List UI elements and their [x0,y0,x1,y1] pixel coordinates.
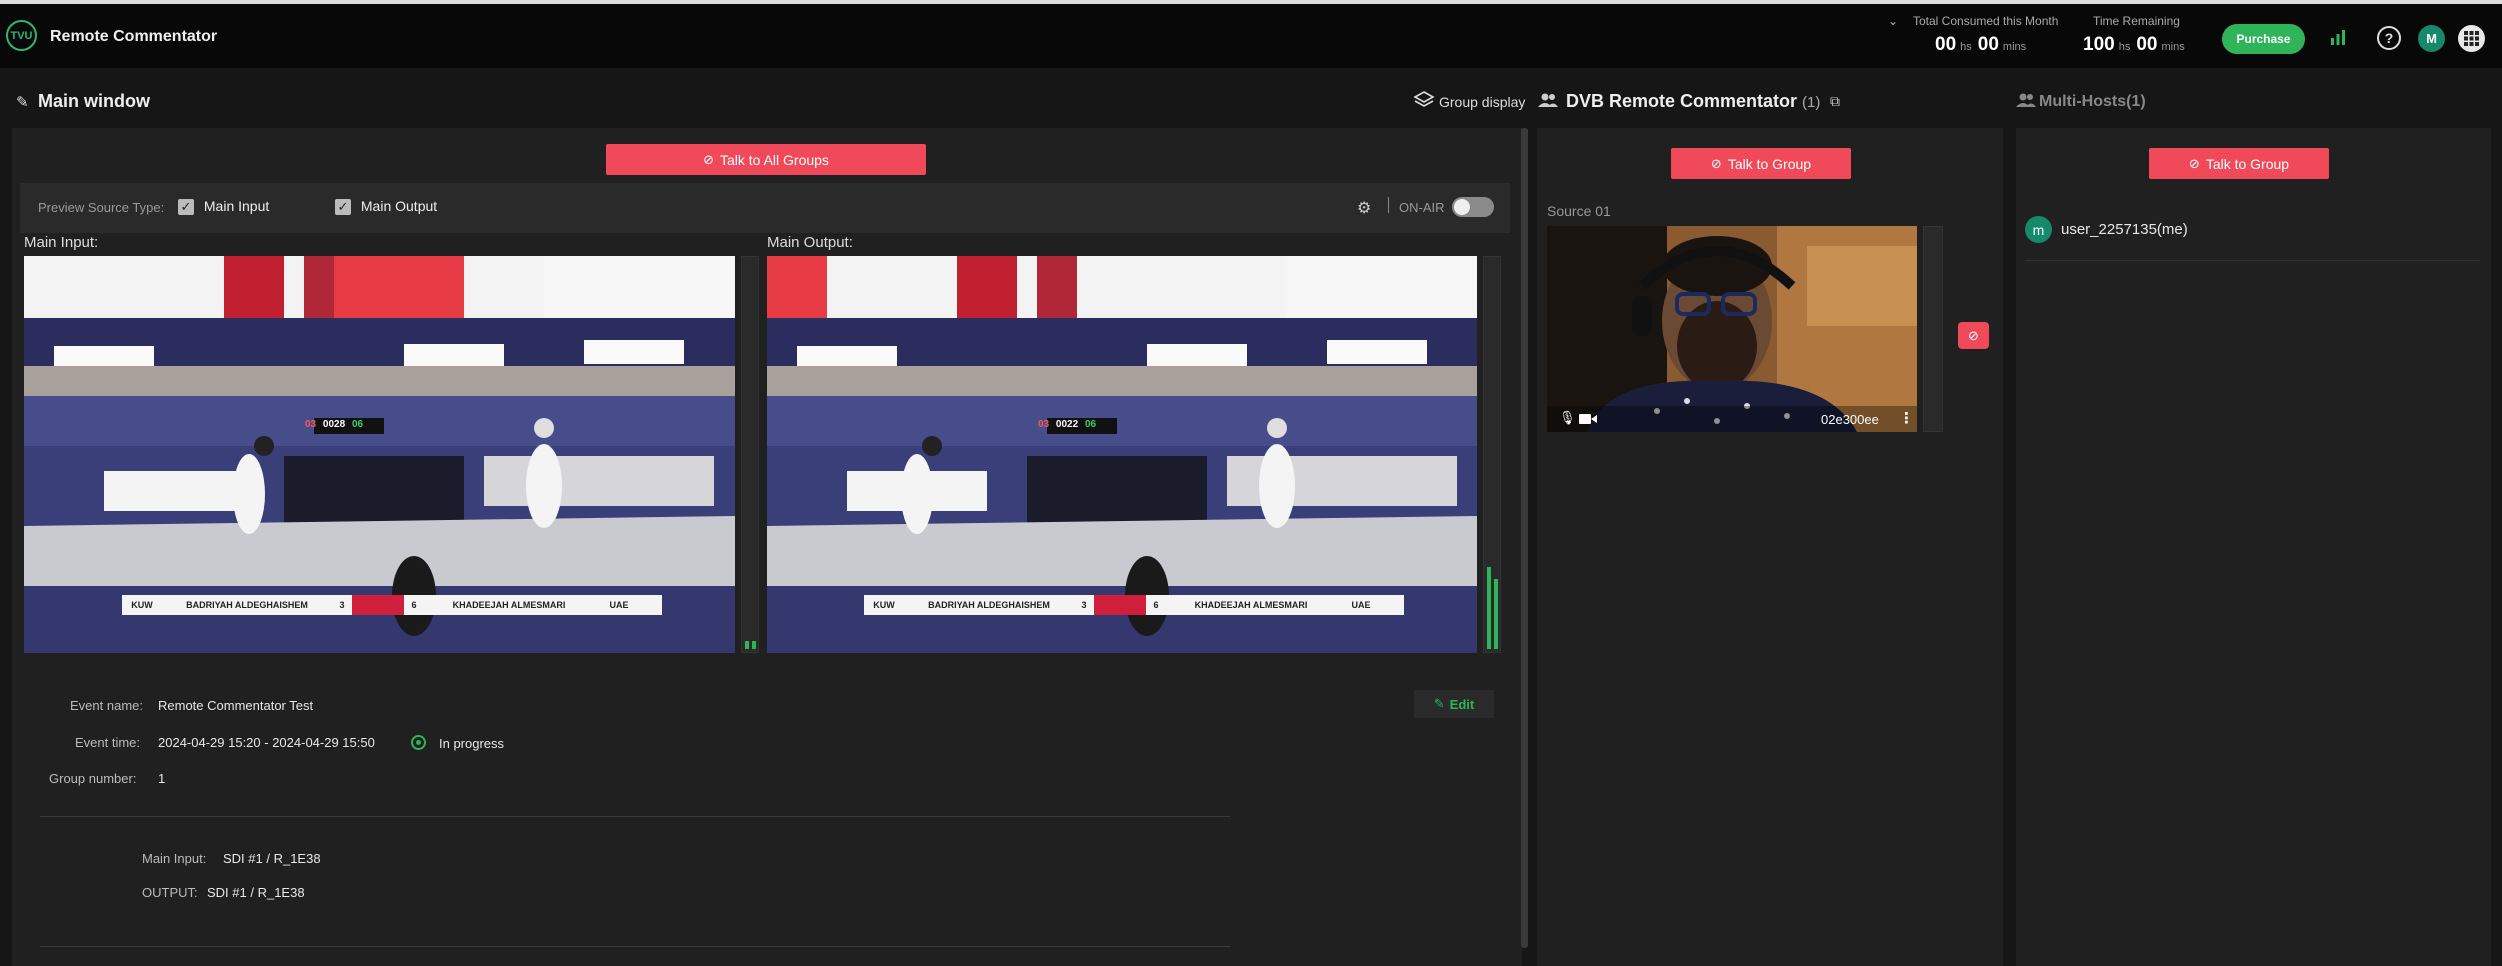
mic-off-icon: ⊘ [1968,327,1979,343]
main-input-video[interactable]: 03 0028 06 KUW BADRIYAH ALDEGHAISHEM 3 6… [24,256,735,653]
main-window-title: Main window [38,91,150,111]
input-audio-meter [741,256,759,653]
mic-off-icon: ⊘ [2188,155,2200,171]
multi-hosts-users-icon [2016,92,2036,113]
edit-button[interactable]: ✎ Edit [1414,690,1494,718]
multi-hosts-title: Multi-Hosts(1) [2039,93,2146,110]
main-input-source-value: SDI #1 / R_1E38 [223,851,321,866]
talk-to-group-button[interactable]: ⊘ Talk to Group [1671,148,1851,179]
main-input-source-label: Main Input: [142,851,207,866]
main-input-checkbox[interactable]: ✓ Main Input [178,198,269,216]
score-banner: KUW BADRIYAH ALDEGHAISHEM 3 6 KHADEEJAH … [864,595,1404,615]
multi-hosts-talk-button[interactable]: ⊘ Talk to Group [2149,148,2329,179]
main-output-checkbox[interactable]: ✓ Main Output [335,198,437,216]
remaining-label: Time Remaining [2093,14,2180,28]
score-clock: 03 0022 06 [1038,419,1097,430]
camera-icon[interactable] [1579,412,1597,430]
avatar[interactable]: M [2418,25,2445,52]
tvu-logo-icon: TVU [6,20,37,51]
edit-pen-icon: ✎ [16,94,29,111]
main-output-title: Main Output: [767,234,853,251]
main-output-video[interactable]: 03 0022 06 KUW BADRIYAH ALDEGHAISHEM 3 6… [767,256,1477,653]
pencil-icon: ✎ [1433,696,1445,711]
group-number-value: 1 [158,771,166,786]
checkbox-checked-icon: ✓ [335,199,351,216]
status-dot-icon [411,735,426,750]
output-audio-meter [1483,256,1501,653]
divider [2025,260,2480,261]
event-time-label: Event time: [75,735,141,750]
users-icon [1538,92,1558,113]
settings-gear-icon[interactable]: ⚙ [1357,198,1371,218]
app-title: Remote Commentator [50,28,218,45]
divider [1388,197,1389,213]
group-number-label: Group number: [49,771,137,786]
top-bar: TVU Remote Commentator ⌄ Total Consumed … [0,0,2502,68]
remaining-value: 100 hs 00 mins [2083,34,2185,55]
score-clock: 03 0028 06 [305,419,364,430]
mic-icon[interactable]: 🎙 [1559,410,1576,426]
event-time-value: 2024-04-29 15:20 - 2024-04-29 15:50 [158,735,375,750]
preview-source-label: Preview Source Type: [38,200,165,215]
source-audio-meter [1923,226,1943,432]
link-icon[interactable]: ⧉ [1830,93,1840,110]
consumed-value: 00 hs 00 mins [1935,34,2027,55]
divider [40,816,1230,817]
consumed-label: Total Consumed this Month [1913,14,2059,28]
group-display-toggle[interactable]: Group display [1439,94,1525,110]
source-label: Source 01 [1547,203,1611,219]
main-input-title: Main Input: [24,234,99,251]
purchase-button[interactable]: Purchase [2222,24,2305,54]
layers-icon[interactable] [1413,89,1435,116]
status-badge: In progress [439,736,505,751]
checkbox-checked-icon: ✓ [178,199,194,216]
help-icon[interactable]: ? [2377,26,2401,50]
more-options-icon[interactable]: ⋮ [1899,409,1914,427]
mic-off-icon: ⊘ [703,151,714,167]
output-source-label: OUTPUT: [142,885,198,900]
score-banner: KUW BADRIYAH ALDEGHAISHEM 3 6 KHADEEJAH … [122,595,662,615]
on-air-toggle[interactable] [1452,197,1494,217]
divider [40,946,1230,947]
group-title: DVB Remote Commentator [1566,91,1798,111]
main-scrollbar[interactable] [1521,128,1528,948]
on-air-label: ON-AIR [1399,200,1445,215]
talk-to-all-groups-button[interactable]: ⊘ Talk to All Groups [606,144,926,175]
user-name: user_2257135(me) [2061,221,2188,238]
event-name-label: Event name: [70,698,143,713]
group-count: (1) [1802,94,1821,111]
apps-grid-icon[interactable] [2458,25,2485,52]
mic-off-icon: ⊘ [1710,155,1722,171]
output-source-value: SDI #1 / R_1E38 [207,885,305,900]
mute-source-button[interactable]: ⊘ [1958,322,1989,349]
source-video[interactable]: 🎙 02e300ee ⋮ [1547,226,1917,432]
bar-chart-icon[interactable] [2327,26,2349,48]
chevron-down-icon[interactable]: ⌄ [1888,14,1898,28]
multi-hosts-panel [2016,128,2491,966]
user-avatar: m [2025,216,2052,243]
source-id: 02e300ee [1821,412,1879,427]
event-name-value: Remote Commentator Test [158,698,314,713]
